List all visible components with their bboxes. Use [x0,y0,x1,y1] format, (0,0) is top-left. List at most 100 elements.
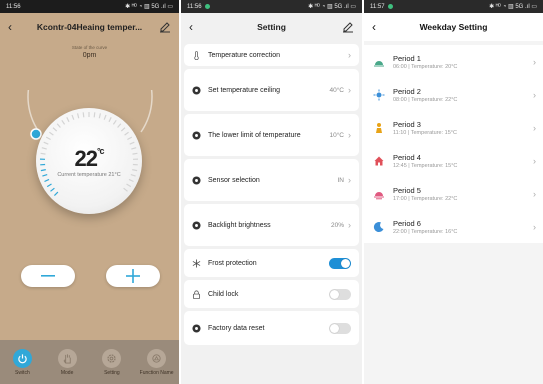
status-icons: ✱ ᴴᴰ ◔ ▥ 5G .ıl ▭ [489,4,537,10]
period-name: Period 1 [393,53,421,63]
snowflake-icon [192,258,208,268]
period-list: Period 1 06:00 | Temperature: 20°C › Period… [364,45,543,243]
setting-item[interactable]: Frost protection [184,249,359,277]
nav-function[interactable]: Function Name [137,348,177,376]
setting-item[interactable]: Backlight brightness 20% › [184,204,359,246]
chevron-right-icon: › [533,221,536,232]
setting-item[interactable]: Temperature correction › [184,44,359,66]
nav-switch[interactable]: Switch [2,348,42,376]
status-time: 11:57 [370,3,385,10]
chevron-right-icon: › [348,175,351,185]
decrease-button[interactable] [21,265,75,287]
minus-icon [41,275,55,277]
toggle-switch[interactable] [329,322,351,334]
status-icons: ✱ ᴴᴰ ◔ ▥ 5G .ıl ▭ [125,4,173,10]
edit-icon[interactable] [342,21,354,33]
chevron-right-icon: › [348,220,351,230]
nav-mode[interactable]: Mode [47,348,87,376]
edit-icon[interactable] [159,21,171,33]
status-bar: 11:56 ✱ ᴴᴰ ◔ ▥ 5G .ıl ▭ [181,0,362,13]
nav-label: Switch [15,369,30,376]
nav-label: Function Name [139,369,174,376]
settings-dot-icon [192,130,208,140]
setting-label: Sensor selection [208,176,260,184]
status-bar: 11:56 ✱ ᴴᴰ ◔ ▥ 5G .ıl ▭ [0,0,179,13]
setting-item[interactable]: Set temperature ceiling 40°C › [184,69,359,111]
page-title: Setting [257,22,286,32]
setting-label: Backlight brightness [208,221,271,229]
period-name: Period 2 [393,86,421,96]
setting-label: Frost protection [208,259,257,267]
setting-item[interactable]: Child lock [184,280,359,308]
app-bar: ‹ Kcontr-04Heaing temper... [0,13,179,41]
chevron-right-icon: › [533,188,536,199]
chevron-right-icon: › [533,89,536,100]
weekday-setting-screen: 11:57 ✱ ᴴᴰ ◔ ▥ 5G .ıl ▭ ‹ Weekday Settin… [364,0,543,384]
period-name: Period 4 [393,152,421,162]
power-icon [18,353,27,363]
period-row[interactable]: Period 2 08:00 | Temperature: 22°C › [364,78,543,111]
nav-label: Mode [60,369,74,376]
status-time: 11:56 [187,3,202,10]
period-detail: 22:00 | Temperature: 16°C [393,228,458,235]
setting-value: 20% [330,221,344,229]
period-detail: 11:10 | Temperature: 15°C [393,129,457,136]
period-row[interactable]: Period 4 12:45 | Temperature: 15°C › [364,144,543,177]
set-temperature-unit: °c [96,146,105,156]
chevron-right-icon: › [533,122,536,133]
setting-label: Temperature correction [208,51,280,59]
set-temperature-value: 22 [74,146,98,171]
plus-icon [126,269,140,283]
setting-item[interactable]: Factory data reset [184,311,359,345]
status-app-icon [204,4,210,9]
sun-icon [373,89,393,101]
back-arrow-icon[interactable]: ‹ [189,21,201,33]
setting-label: Factory data reset [208,324,265,332]
thermometer-icon [192,50,208,60]
nav-label: Setting [104,369,120,376]
increase-button[interactable] [106,265,160,287]
toggle-switch[interactable] [329,257,351,269]
moon-icon [373,221,393,233]
settings-list: Temperature correction › Set temperature c… [181,44,362,345]
page-title: Weekday Setting [419,22,488,32]
period-row[interactable]: Period 3 11:10 | Temperature: 15°C › [364,111,543,144]
nav-setting[interactable]: Setting [92,348,132,376]
hand-icon [63,353,71,364]
lock-icon [192,290,208,299]
setting-value: 10°C [329,131,344,139]
app-bar: ‹ Weekday Setting [364,13,543,41]
period-detail: 08:00 | Temperature: 22°C [393,96,458,103]
current-temperature: Current temperature 21°C [57,172,121,178]
period-row[interactable]: Period 6 22:00 | Temperature: 16°C › [364,210,543,243]
bottom-nav: Switch Mode Setting Function Name [0,340,179,384]
period-name: Period 5 [393,185,421,195]
setting-item[interactable]: Sensor selection IN › [184,159,359,201]
setting-item[interactable]: The lower limit of temperature 10°C › [184,114,359,156]
home-icon [373,155,393,167]
toggle-switch[interactable] [329,288,351,300]
chevron-right-icon: › [348,130,351,140]
setting-value: 40°C [329,86,344,94]
person-icon [373,122,393,134]
sunrise-icon [373,56,393,68]
chevron-right-icon: › [533,56,536,67]
period-name: Period 6 [393,218,421,228]
setting-label: The lower limit of temperature [208,131,301,139]
app-bar: ‹ Setting [181,13,362,41]
settings-dot-icon [192,85,208,95]
setting-value: IN [337,176,345,184]
back-arrow-icon[interactable]: ‹ [372,21,384,33]
period-row[interactable]: Period 5 17:00 | Temperature: 22°C › [364,177,543,210]
period-detail: 12:45 | Temperature: 15°C [393,162,458,169]
settings-dot-icon [192,175,208,185]
thermostat-screen: 11:56 ✱ ᴴᴰ ◔ ▥ 5G .ıl ▭ ‹ Kcontr-04Heain… [0,0,179,384]
chevron-right-icon: › [533,155,536,166]
back-arrow-icon[interactable]: ‹ [8,21,20,33]
period-row[interactable]: Period 1 06:00 | Temperature: 20°C › [364,45,543,78]
status-app-icon [387,4,393,9]
gear-icon [107,353,116,363]
setting-screen: 11:56 ✱ ᴴᴰ ◔ ▥ 5G .ıl ▭ ‹ Setting Temper… [181,0,362,384]
period-name: Period 3 [393,119,421,129]
page-title: Kcontr-04Heaing temper... [36,22,143,32]
